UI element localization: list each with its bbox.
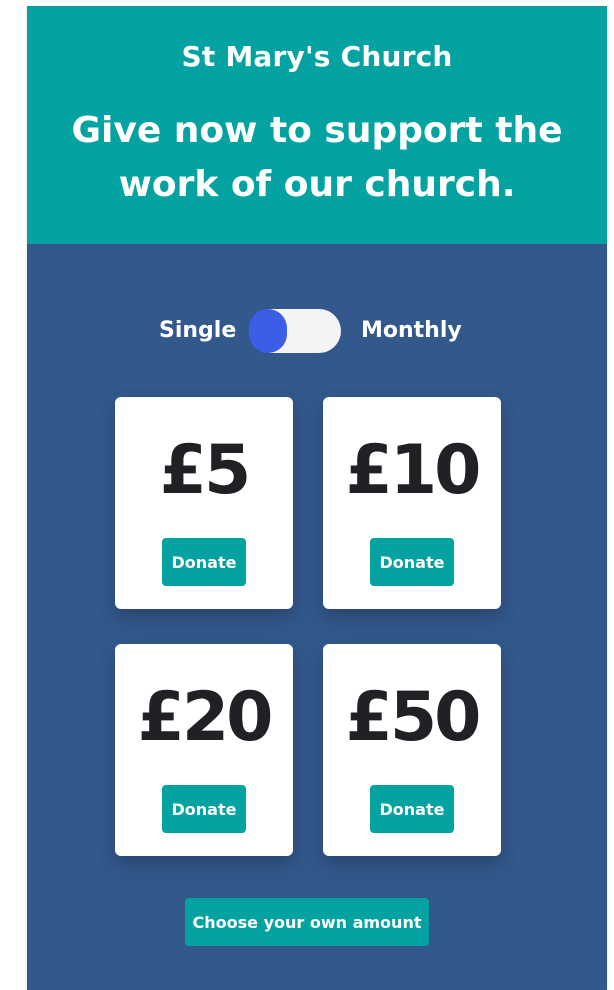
switch-knob[interactable] <box>249 309 287 353</box>
amount-card-5[interactable]: £5 Donate <box>115 397 293 609</box>
donate-button[interactable]: Donate <box>162 785 246 833</box>
amount-value: £5 <box>159 431 252 510</box>
amount-value: £50 <box>345 678 482 757</box>
frequency-toggle-row: Single Monthly <box>27 306 607 358</box>
donate-button[interactable]: Donate <box>370 785 454 833</box>
headline: Give now to support the work of our chur… <box>71 110 563 205</box>
choose-own-amount-button[interactable]: Choose your own amount <box>185 898 429 946</box>
donation-widget: St Mary's Church Give now to support the… <box>27 6 607 990</box>
amount-card-10[interactable]: £10 Donate <box>323 397 501 609</box>
amount-card-20[interactable]: £20 Donate <box>115 644 293 856</box>
frequency-switch[interactable] <box>249 309 341 353</box>
amount-value: £10 <box>345 431 482 510</box>
donate-button[interactable]: Donate <box>370 538 454 586</box>
amount-value: £20 <box>137 678 274 757</box>
header-banner: St Mary's Church Give now to support the… <box>27 6 607 244</box>
donate-button[interactable]: Donate <box>162 538 246 586</box>
church-name: St Mary's Church <box>181 40 453 73</box>
single-label[interactable]: Single <box>159 318 236 343</box>
amount-card-50[interactable]: £50 Donate <box>323 644 501 856</box>
monthly-label[interactable]: Monthly <box>361 318 462 343</box>
